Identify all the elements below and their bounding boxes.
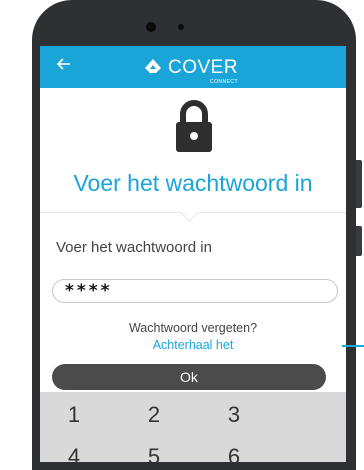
page-title: Voer het wachtwoord in [73, 170, 313, 196]
ok-button[interactable]: Ok [52, 364, 326, 390]
key-6[interactable]: 6 [204, 444, 264, 462]
logo-text: COVER CONNECT [168, 57, 239, 85]
app-bar: COVER CONNECT [40, 46, 346, 88]
numeric-keypad: 1 2 3 4 5 6 [40, 392, 346, 462]
camera-icon [146, 22, 156, 32]
divider-notch [180, 203, 199, 222]
logo-subtext: CONNECT [209, 79, 239, 85]
recover-password-link[interactable]: Achterhaal het [40, 338, 346, 352]
password-label: Voer het wachtwoord in [56, 239, 212, 256]
key-1[interactable]: 1 [44, 402, 104, 428]
app-logo: COVER CONNECT [142, 53, 239, 85]
key-2[interactable]: 2 [124, 402, 184, 428]
password-field[interactable]: **** [52, 279, 338, 303]
forgot-password-text: Wachtwoord vergeten? [128, 321, 258, 335]
callout-line [342, 345, 364, 347]
side-button [356, 226, 362, 256]
key-4[interactable]: 4 [44, 444, 104, 462]
arrow-left-icon[interactable] [54, 56, 74, 76]
lock-icon [174, 100, 214, 152]
sensor-icon [178, 24, 184, 30]
cover-logo-icon [142, 55, 164, 81]
key-3[interactable]: 3 [204, 402, 264, 428]
app-screen: COVER CONNECT Voer het wachtwoord in Voe… [40, 46, 346, 462]
key-5[interactable]: 5 [124, 444, 184, 462]
side-button [356, 160, 362, 208]
